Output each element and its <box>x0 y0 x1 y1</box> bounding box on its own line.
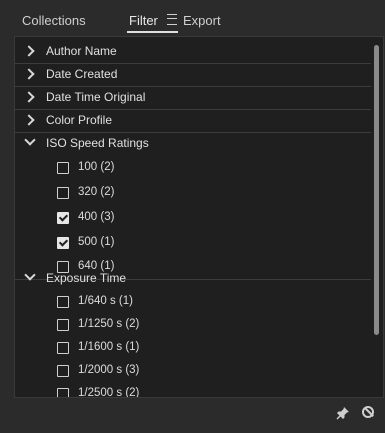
chevron-right-icon <box>23 45 35 57</box>
filter-panel: Author Name Date Created Date Time Origi… <box>14 36 384 398</box>
group-label: Date Created <box>46 67 118 81</box>
list-item-exposure-1-2500[interactable]: 1/2500 s (2) <box>15 383 371 398</box>
group-author-name[interactable]: Author Name <box>15 40 371 64</box>
checkbox[interactable] <box>57 388 69 397</box>
item-label: 400 (3) <box>78 211 115 223</box>
chevron-down-icon <box>24 134 36 146</box>
tab-bar: Collections Filter Export <box>0 0 385 36</box>
group-label: Color Profile <box>46 113 113 127</box>
group-label: Exposure Time <box>46 271 127 285</box>
checkbox[interactable] <box>57 296 69 308</box>
group-label: Date Time Original <box>46 90 146 104</box>
pin-icon[interactable] <box>336 406 350 420</box>
item-label: 1/2000 s (3) <box>78 364 140 376</box>
item-label: 320 (2) <box>78 186 115 198</box>
item-label: 1/2500 s (2) <box>78 387 140 398</box>
list-item-iso-320[interactable]: 320 (2) <box>15 182 371 205</box>
chevron-right-icon <box>23 114 35 126</box>
no-symbol-icon[interactable] <box>362 406 374 418</box>
list-item-iso-500[interactable]: 500 (1) <box>15 232 371 255</box>
item-label: 1/1250 s (2) <box>78 318 140 330</box>
chevron-right-icon <box>23 91 35 103</box>
checkbox[interactable] <box>57 162 69 174</box>
checkbox[interactable] <box>57 365 69 377</box>
checkbox[interactable] <box>57 187 69 199</box>
tab-collections[interactable]: Collections <box>22 13 86 28</box>
group-exposure-time[interactable]: Exposure Time <box>15 267 371 290</box>
group-label: Author Name <box>46 44 117 58</box>
list-item-exposure-1-640[interactable]: 1/640 s (1) <box>15 291 371 314</box>
checkbox-checked[interactable] <box>57 237 69 249</box>
item-label: 1/640 s (1) <box>78 295 133 307</box>
list-item-iso-100[interactable]: 100 (2) <box>15 157 371 180</box>
group-color-profile[interactable]: Color Profile <box>15 109 371 133</box>
checkbox[interactable] <box>57 319 69 331</box>
checkbox-checked[interactable] <box>57 212 69 224</box>
chevron-right-icon <box>23 68 35 80</box>
group-iso-speed-ratings[interactable]: ISO Speed Ratings <box>15 132 371 155</box>
group-label: ISO Speed Ratings <box>46 136 149 150</box>
hamburger-icon[interactable] <box>167 14 177 25</box>
item-label: 100 (2) <box>78 161 115 173</box>
chevron-down-icon <box>24 269 36 281</box>
item-label: 500 (1) <box>78 236 115 248</box>
checkbox[interactable] <box>57 342 69 354</box>
scrollbar[interactable] <box>374 45 379 335</box>
active-tab-indicator <box>127 31 178 33</box>
list-item-exposure-1-2000[interactable]: 1/2000 s (3) <box>15 360 371 383</box>
list-item-exposure-1-1600[interactable]: 1/1600 s (1) <box>15 337 371 360</box>
list-item-iso-400[interactable]: 400 (3) <box>15 207 371 230</box>
group-date-created[interactable]: Date Created <box>15 63 371 87</box>
group-date-time-original[interactable]: Date Time Original <box>15 86 371 110</box>
tab-filter[interactable]: Filter <box>129 13 158 28</box>
tab-export[interactable]: Export <box>183 13 221 28</box>
item-label: 1/1600 s (1) <box>78 341 140 353</box>
list-item-exposure-1-1250[interactable]: 1/1250 s (2) <box>15 314 371 337</box>
